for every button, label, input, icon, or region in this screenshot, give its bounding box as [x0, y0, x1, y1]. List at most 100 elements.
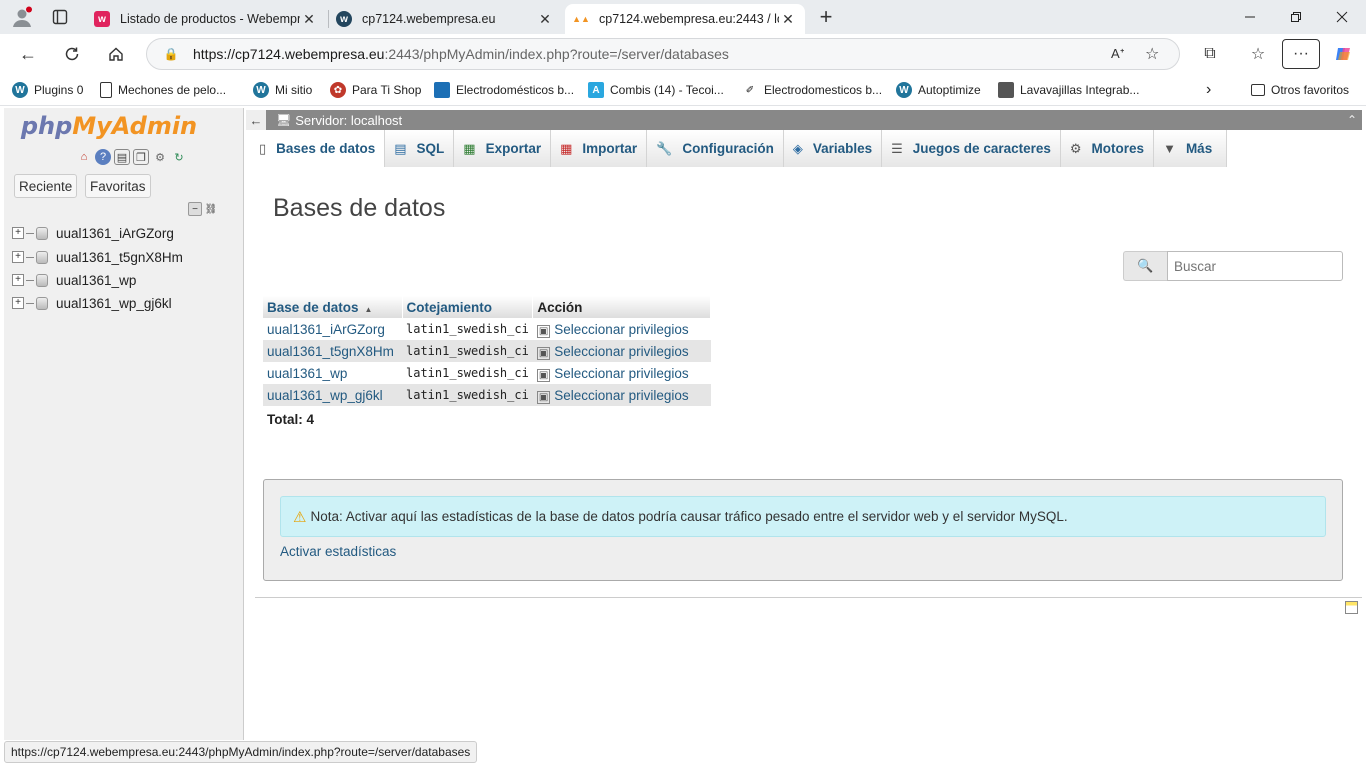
column-header-collation[interactable]: Cotejamiento	[402, 296, 534, 318]
check-privileges-link[interactable]: ▣ Seleccionar privilegios	[532, 340, 711, 362]
top-menu: ▯ Bases de datos ▤ SQL ▦ Exportar ▦ Importar…	[250, 130, 1228, 167]
close-window-icon[interactable]	[1332, 8, 1352, 26]
phpmyadmin-logo[interactable]: phpMyAdmin	[4, 112, 214, 140]
nav-db-label[interactable]: uual1361_t5gnX8Hm	[56, 250, 183, 265]
home-icon[interactable]: ⌂	[76, 149, 92, 165]
tab-sql[interactable]: ▤ SQL	[385, 130, 455, 167]
expand-icon[interactable]: +	[12, 274, 24, 286]
database-link[interactable]: uual1361_t5gnX8Hm	[263, 340, 402, 362]
bookmark-item[interactable]: Lavavajillas Integrab...	[998, 80, 1139, 100]
wrench-icon: 🔧	[656, 140, 673, 156]
bookmark-item[interactable]: ✿ Para Ti Shop	[330, 80, 421, 100]
check-privileges-link[interactable]: ▣ Seleccionar privilegios	[533, 318, 711, 340]
enable-statistics-link[interactable]: Activar estadísticas	[280, 544, 396, 559]
webempresa-favicon-icon: w	[94, 11, 110, 27]
engine-icon: ⚙	[1069, 140, 1082, 156]
close-tab-icon[interactable]: ✕	[300, 11, 318, 28]
tab-configuracion[interactable]: 🔧 Configuración	[647, 130, 784, 167]
docs-icon[interactable]: ▤	[114, 149, 130, 165]
bookmark-item[interactable]: Mechones de pelo...	[100, 80, 226, 100]
tab-recent[interactable]: Reciente	[14, 174, 78, 198]
check-privileges-link[interactable]: ▣ Seleccionar privilegios	[533, 362, 711, 384]
minimize-icon[interactable]	[1240, 8, 1260, 26]
bookmark-label: Electrodomesticos b...	[764, 83, 883, 97]
extensions-icon[interactable]: ⧉	[1198, 42, 1222, 66]
bookmark-item[interactable]: W Plugins 0	[12, 80, 83, 100]
read-aloud-icon[interactable]: Aᐩ	[1111, 46, 1131, 62]
nav-db-label[interactable]: uual1361_iArGZorg	[56, 226, 174, 241]
profile-avatar-icon[interactable]	[10, 6, 34, 28]
url-field[interactable]: 🔒 https://cp7124.webempresa.eu:2443/phpM…	[146, 38, 1180, 70]
reload-icon[interactable]: ↻	[171, 149, 187, 165]
nav-db-item[interactable]: + uual1361_iArGZorg	[12, 222, 174, 244]
close-tab-icon[interactable]: ✕	[779, 11, 797, 28]
status-bar-url: https://cp7124.webempresa.eu:2443/phpMyA…	[4, 741, 478, 763]
bookmark-item[interactable]: W Autoptimize	[896, 80, 981, 100]
nav-db-label[interactable]: uual1361_wp_gj6kl	[56, 296, 172, 311]
bookmark-icon: A	[588, 82, 604, 98]
database-link[interactable]: uual1361_wp	[263, 362, 402, 384]
page-title: Bases de datos	[273, 194, 446, 222]
nav-db-item[interactable]: + uual1361_t5gnX8Hm	[12, 246, 183, 268]
copy-icon[interactable]: ❐	[133, 149, 149, 165]
tab-variables[interactable]: ◈ Variables	[783, 130, 883, 167]
browser-tab-2[interactable]: w cp7124.webempresa.eu ✕	[328, 4, 562, 34]
tab-actions-icon[interactable]	[50, 8, 70, 26]
favorites-icon[interactable]: ☆	[1246, 42, 1270, 66]
favorite-star-icon[interactable]: ☆	[1145, 44, 1165, 64]
search-input[interactable]	[1167, 251, 1343, 281]
tab-exportar[interactable]: ▦ Exportar	[454, 130, 552, 167]
sql-icon: ▤	[394, 140, 407, 156]
statistics-panel: ⚠ Nota: Activar aquí las estadísticas de…	[263, 479, 1343, 581]
home-icon[interactable]	[104, 42, 128, 66]
variables-icon: ◈	[792, 140, 803, 156]
database-link[interactable]: uual1361_wp_gj6kl	[263, 384, 402, 406]
close-tab-icon[interactable]: ✕	[536, 11, 554, 28]
gear-icon[interactable]: ⚙	[152, 149, 168, 165]
bookmark-item[interactable]: W Mi sitio	[253, 80, 312, 100]
new-tab-button[interactable]: +	[814, 4, 838, 29]
reload-icon[interactable]	[60, 42, 84, 66]
bookmark-item[interactable]: A Combis (14) - Tecoi...	[588, 80, 724, 100]
collapse-top-icon[interactable]: ⌃	[1342, 110, 1362, 130]
bookmark-label: Mi sitio	[275, 83, 313, 97]
nav-db-item[interactable]: + uual1361_wp	[12, 269, 136, 291]
restore-icon[interactable]	[1286, 8, 1306, 26]
server-breadcrumb-bar: ← 🖥 Servidor: localhost ⌃	[246, 110, 1362, 130]
collation-cell: latin1_swedish_ci	[406, 322, 529, 336]
nav-db-label[interactable]: uual1361_wp	[56, 273, 136, 288]
expand-icon[interactable]: +	[12, 227, 24, 239]
help-icon[interactable]: ?	[95, 149, 111, 165]
copilot-icon[interactable]	[1332, 42, 1356, 66]
bookmark-item[interactable]: ✐ Electrodomesticos b...	[742, 80, 882, 100]
column-header-database[interactable]: Base de datos ▲	[263, 296, 403, 318]
tab-bases-de-datos[interactable]: ▯ Bases de datos	[250, 130, 386, 167]
settings-more-icon[interactable]: ···	[1282, 39, 1320, 69]
check-privileges-link[interactable]: ▣ Seleccionar privilegios	[532, 384, 711, 406]
browser-address-bar: ← 🔒 https://cp7124.webempresa.eu:2443/ph…	[0, 34, 1366, 74]
privileges-icon: ▣	[536, 368, 551, 382]
tab-importar[interactable]: ▦ Importar	[551, 130, 648, 167]
table-row: uual1361_t5gnX8Hm latin1_swedish_ci ▣ Sel…	[263, 340, 711, 362]
tab-juegos-de-caracteres[interactable]: ☰ Juegos de caracteres	[882, 130, 1061, 167]
nav-db-item[interactable]: + uual1361_wp_gj6kl	[12, 292, 172, 314]
console-icon[interactable]	[1345, 601, 1358, 614]
tab-favorites[interactable]: Favoritas	[85, 174, 151, 198]
expand-icon[interactable]: +	[12, 251, 24, 263]
back-icon[interactable]: ←	[16, 42, 40, 66]
collapse-all-icon[interactable]: −	[188, 202, 202, 216]
bookmark-item[interactable]: Electrodomésticos b...	[434, 80, 574, 100]
collapse-nav-arrow-icon[interactable]: ←	[246, 110, 266, 130]
browser-tab-3-active[interactable]: ▲▲ cp7124.webempresa.eu:2443 / localhost…	[565, 4, 805, 34]
expand-icon[interactable]: +	[12, 297, 24, 309]
database-link[interactable]: uual1361_iArGZorg	[263, 318, 402, 340]
link-icon[interactable]: ⛓	[204, 202, 218, 216]
more-bookmarks-chevron-icon[interactable]: ›	[1206, 80, 1211, 100]
browser-tab-1[interactable]: w Listado de productos - Webempresa ✕	[86, 4, 326, 34]
site-info-icon[interactable]: 🔒	[163, 47, 179, 61]
tab-mas[interactable]: ▼ Más	[1154, 130, 1228, 167]
other-favorites-folder[interactable]: Otros favoritos	[1251, 80, 1349, 100]
divider	[255, 597, 1362, 598]
tab-motores[interactable]: ⚙ Motores	[1060, 130, 1155, 167]
server-label[interactable]: Servidor: localhost	[295, 113, 402, 128]
